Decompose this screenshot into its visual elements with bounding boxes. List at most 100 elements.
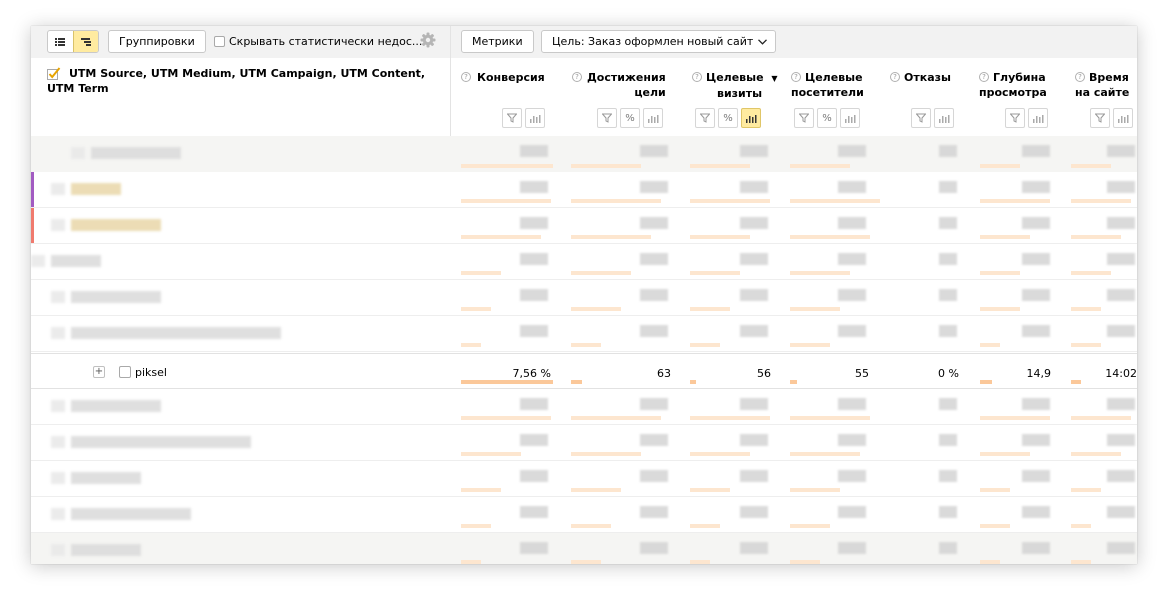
value-bar [1071,235,1121,239]
obscured-value [939,181,957,193]
goal-select-label: Цель: Заказ оформлен новый сайт [552,35,754,48]
help-icon[interactable]: ? [791,72,801,82]
checkbox-checked-icon[interactable] [47,67,61,81]
obscured-value [1107,289,1135,301]
obscured-value [939,253,957,265]
obscured-value [520,542,548,554]
cell-target-visitors: 55 [855,367,869,380]
value-bar [690,307,730,311]
col-header-target-visitors[interactable]: ? Целевые посетители [791,70,864,100]
percent-icon[interactable]: % [718,108,738,128]
filter-icon[interactable] [794,108,814,128]
percent-icon[interactable]: % [817,108,837,128]
row-label: piksel [135,366,167,379]
col-header-target-visits-line2: визиты [717,87,763,100]
obscured-label [71,472,141,484]
obscured-value [520,217,548,229]
hide-stat-label: Скрывать статистически недос... [229,35,423,48]
help-icon[interactable]: ? [890,72,900,82]
table-row[interactable] [31,389,1137,425]
help-icon[interactable]: ? [572,72,582,82]
obscured-icon [51,219,65,231]
col-header-goal-reaches[interactable]: ? Достижения цели [572,70,666,100]
filter-icon[interactable] [1005,108,1025,128]
col-header-bounces-line1: Отказы [904,71,951,84]
gear-icon[interactable] [420,32,436,51]
value-bar [461,488,501,492]
table-row[interactable] [31,533,1137,564]
table-row[interactable] [31,316,1137,352]
value-bar [790,235,870,239]
obscured-value [939,325,957,337]
obscured-value [939,434,957,446]
col-header-conversion[interactable]: ? Конверсия [461,70,545,85]
obscured-icon [51,472,65,484]
dimension-header[interactable]: UTM Source, UTM Medium, UTM Campaign, UT… [47,66,437,96]
bar-chart-icon[interactable] [741,108,761,128]
bar-chart-icon[interactable] [643,108,663,128]
col-tools-depth [1005,108,1048,128]
table-row[interactable] [31,280,1137,316]
filter-icon[interactable] [1090,108,1110,128]
value-bar [980,199,1050,203]
obscured-value [640,289,668,301]
help-icon[interactable]: ? [1075,72,1085,82]
help-icon[interactable]: ? [461,72,471,82]
list-view-icon[interactable] [48,31,73,52]
obscured-value [1022,470,1050,482]
table-row[interactable] [31,425,1137,461]
obscured-value [520,253,548,265]
col-tools-conversion [502,108,545,128]
value-bar [690,164,750,168]
obscured-label [71,219,161,231]
filter-icon[interactable] [502,108,522,128]
table-row[interactable] [31,497,1137,533]
obscured-value [520,289,548,301]
metrics-button[interactable]: Метрики [461,30,534,53]
col-header-goal-reaches-line2: цели [634,86,666,99]
goal-select[interactable]: Цель: Заказ оформлен новый сайт [541,30,777,53]
col-header-time-line2: на сайте [1075,86,1130,99]
col-header-bounces[interactable]: ? Отказы [890,70,951,85]
bar-chart-icon[interactable] [1028,108,1048,128]
table-row[interactable] [31,461,1137,497]
obscured-value [520,145,548,157]
filter-icon[interactable] [911,108,931,128]
obscured-value [838,506,866,518]
hide-stat-option[interactable]: Скрывать статистически недос... [214,35,422,48]
obscured-value [838,217,866,229]
tree-view-icon[interactable] [72,31,98,52]
obscured-value [939,217,957,229]
help-icon[interactable]: ? [979,72,989,82]
row-checkbox[interactable] [119,366,131,378]
col-header-target-visitors-line2: посетители [791,86,864,99]
value-bar [790,524,830,528]
value-bar [461,199,551,203]
table-row[interactable] [31,172,1137,208]
bar-chart-icon[interactable] [840,108,860,128]
percent-icon[interactable]: % [620,108,640,128]
bar-chart-icon[interactable] [1113,108,1133,128]
bar-chart-icon[interactable] [934,108,954,128]
expand-plus-icon[interactable]: + [93,366,105,378]
obscured-value [1022,253,1050,265]
col-header-depth[interactable]: ? Глубина просмотра [979,70,1047,100]
table-row[interactable] [31,208,1137,244]
filter-icon[interactable] [597,108,617,128]
table-row-total[interactable] [31,136,1137,172]
help-icon[interactable]: ? [692,72,702,82]
filter-icon[interactable] [695,108,715,128]
bar-chart-icon[interactable] [525,108,545,128]
value-bar [1071,164,1111,168]
groupings-button[interactable]: Группировки [108,30,206,53]
col-header-target-visits[interactable]: ? Целевые ▼ визиты [692,70,778,101]
table-row-piksel[interactable]: + piksel 7,56 % 63 56 55 0 % 14,9 14:02 [31,353,1137,389]
value-bar [461,271,501,275]
table-row[interactable] [31,244,1137,280]
hide-stat-checkbox[interactable] [214,36,225,47]
value-bar [1071,380,1081,384]
col-header-time[interactable]: ? Время на сайте [1075,70,1129,100]
value-bar [790,416,870,420]
col-header-target-visitors-line1: Целевые [805,71,863,84]
obscured-value [1022,289,1050,301]
